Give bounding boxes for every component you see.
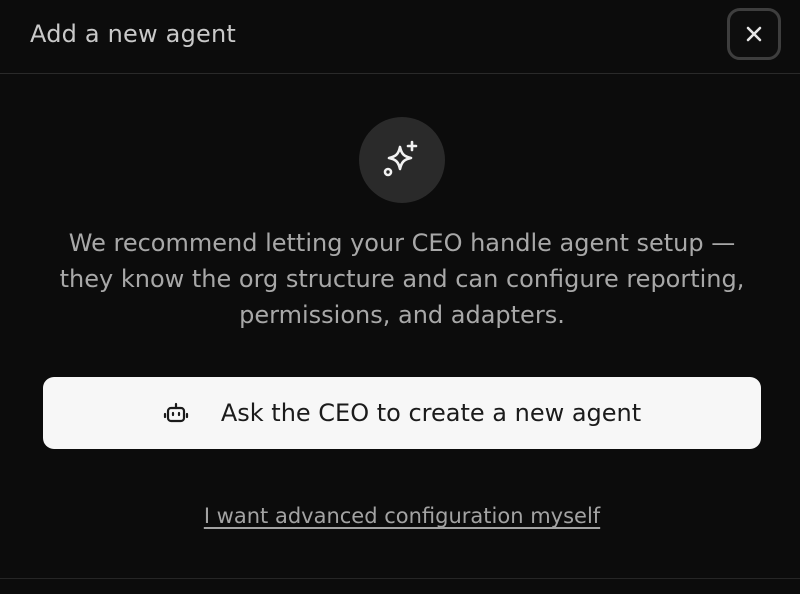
ask-ceo-button-label: Ask the CEO to create a new agent xyxy=(220,399,642,427)
dialog-header: Add a new agent xyxy=(0,0,800,74)
close-button[interactable] xyxy=(727,8,781,60)
add-agent-dialog: Add a new agent We recommend letting you… xyxy=(0,0,800,594)
recommendation-text: We recommend letting your CEO handle age… xyxy=(59,229,745,329)
advanced-configuration-link[interactable]: I want advanced configuration myself xyxy=(0,504,800,528)
sparkles-icon xyxy=(383,140,418,177)
ask-ceo-button[interactable]: Ask the CEO to create a new agent xyxy=(43,377,761,449)
bot-icon xyxy=(163,400,189,426)
footer-divider xyxy=(0,578,800,579)
dialog-title: Add a new agent xyxy=(30,20,236,48)
close-icon xyxy=(746,26,762,42)
hero-icon-circle xyxy=(359,117,445,203)
